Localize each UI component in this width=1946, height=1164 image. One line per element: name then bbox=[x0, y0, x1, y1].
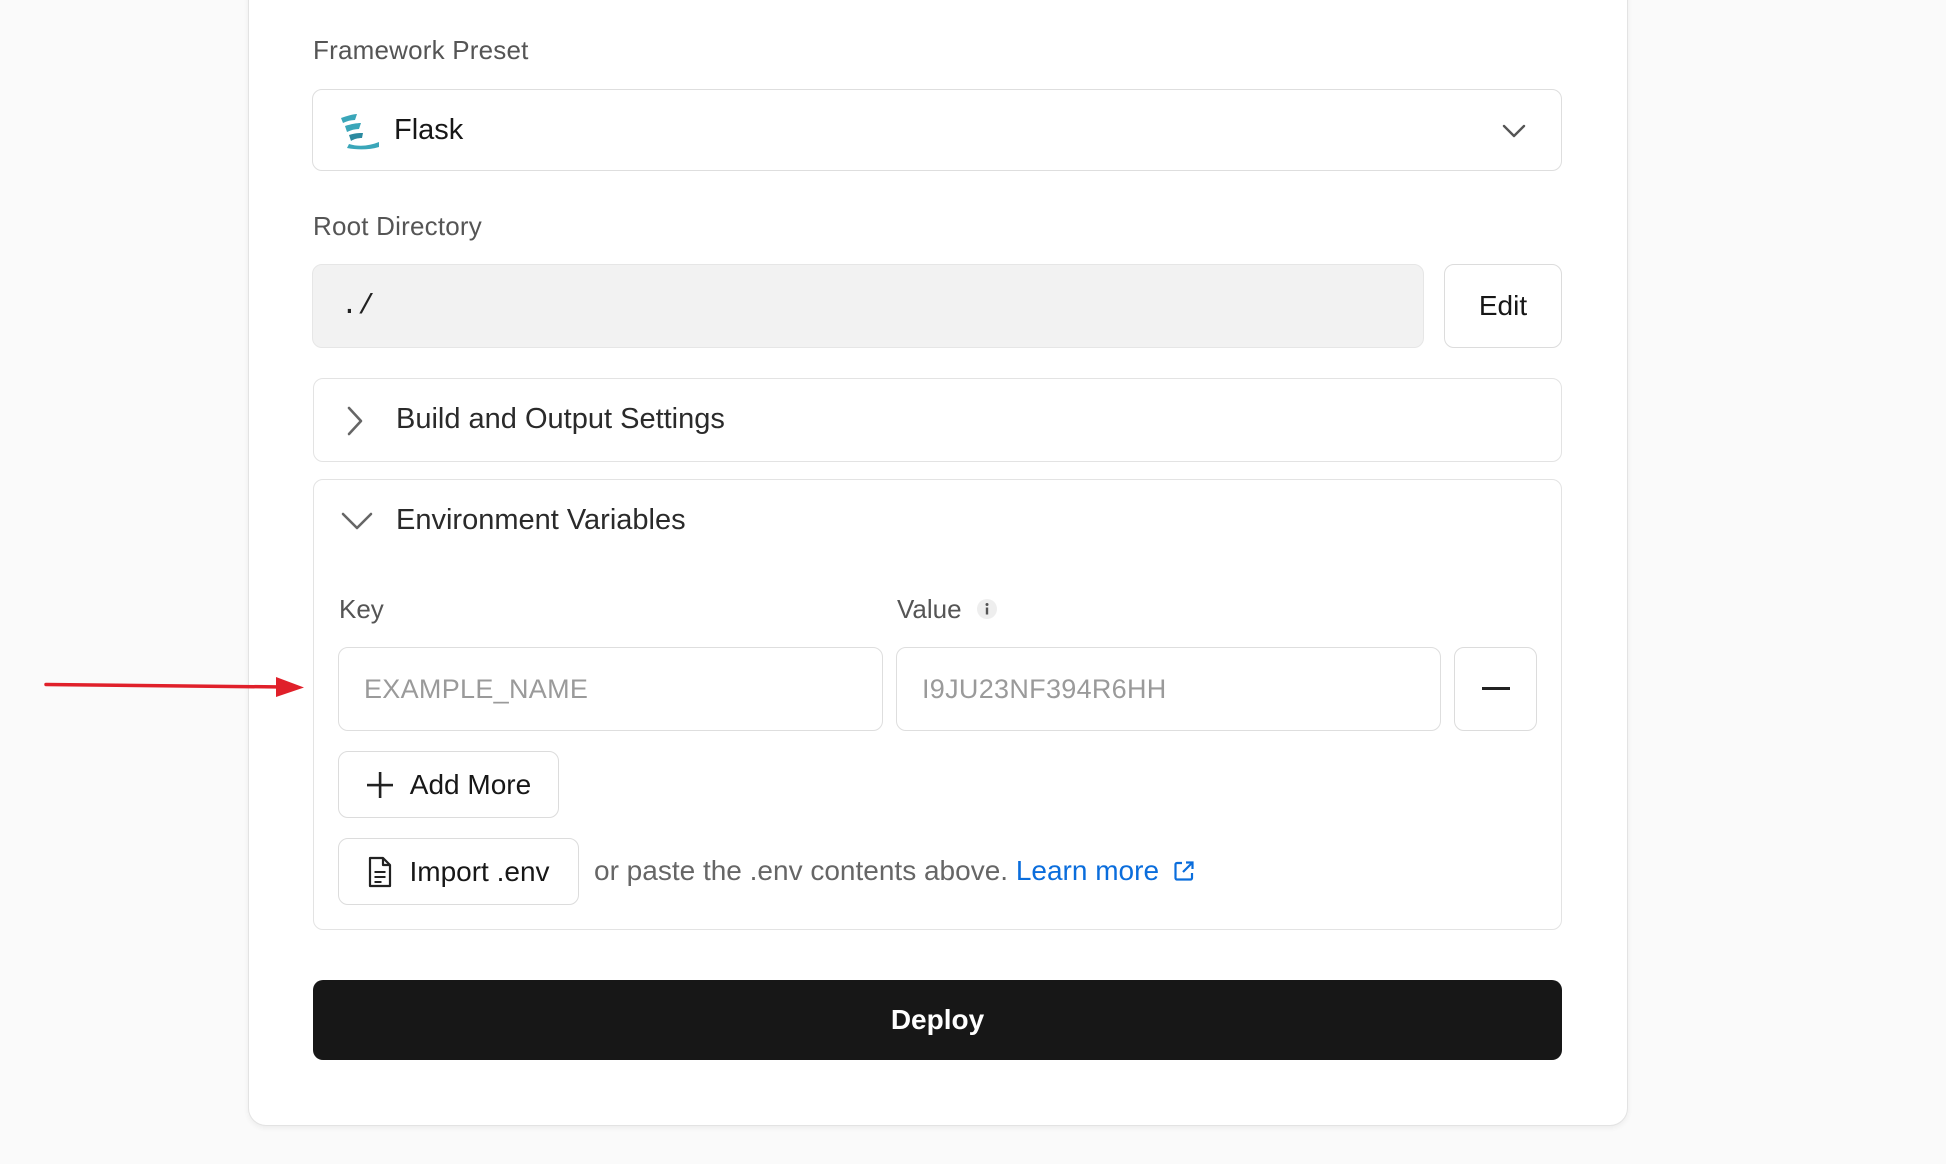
deploy-button[interactable]: Deploy bbox=[313, 980, 1562, 1060]
import-hint: or paste the .env contents above. Learn … bbox=[594, 855, 1195, 887]
env-key-input[interactable]: EXAMPLE_NAME bbox=[338, 647, 883, 731]
env-value-input[interactable]: I9JU23NF394R6HH bbox=[896, 647, 1441, 731]
edit-button-label: Edit bbox=[1478, 290, 1528, 321]
environment-variables-title: Environment Variables bbox=[396, 504, 686, 536]
env-key-label: Key bbox=[339, 594, 384, 624]
root-directory-value: ./ bbox=[341, 290, 375, 322]
import-hint-text: or paste the .env contents above. bbox=[594, 855, 1009, 886]
build-output-settings-section[interactable]: Build and Output Settings bbox=[313, 378, 1562, 462]
file-icon bbox=[369, 856, 392, 887]
build-output-settings-title: Build and Output Settings bbox=[396, 403, 725, 435]
framework-preset-select[interactable]: Flask bbox=[312, 89, 1562, 171]
plus-icon bbox=[366, 771, 393, 798]
framework-selected-value: Flask bbox=[394, 113, 464, 146]
env-value-label: Value bbox=[897, 594, 962, 624]
info-icon[interactable] bbox=[976, 598, 998, 620]
flask-logo-icon bbox=[341, 114, 379, 150]
env-key-placeholder: EXAMPLE_NAME bbox=[364, 673, 589, 704]
learn-more-link[interactable]: Learn more bbox=[1016, 855, 1195, 886]
external-link-icon bbox=[1174, 861, 1194, 881]
framework-preset-label: Framework Preset bbox=[313, 35, 529, 65]
add-more-label: Add More bbox=[409, 768, 532, 800]
chevron-down-icon bbox=[1502, 124, 1526, 138]
env-value-placeholder: I9JU23NF394R6HH bbox=[922, 673, 1167, 704]
add-more-button[interactable]: Add More bbox=[338, 751, 559, 818]
chevron-down-icon bbox=[341, 512, 373, 530]
environment-variables-header[interactable]: Environment Variables bbox=[314, 480, 1561, 564]
edit-root-directory-button[interactable]: Edit bbox=[1444, 264, 1562, 348]
deploy-label: Deploy bbox=[890, 1004, 985, 1035]
import-env-button[interactable]: Import .env bbox=[338, 838, 579, 905]
root-directory-label: Root Directory bbox=[313, 211, 482, 241]
root-directory-field: ./ bbox=[312, 264, 1424, 348]
annotation-arrow-icon bbox=[44, 677, 304, 697]
import-env-label: Import .env bbox=[409, 855, 550, 887]
remove-variable-button[interactable] bbox=[1454, 647, 1537, 731]
chevron-right-icon bbox=[347, 406, 363, 436]
learn-more-label: Learn more bbox=[1015, 855, 1160, 886]
minus-icon bbox=[1481, 687, 1510, 690]
